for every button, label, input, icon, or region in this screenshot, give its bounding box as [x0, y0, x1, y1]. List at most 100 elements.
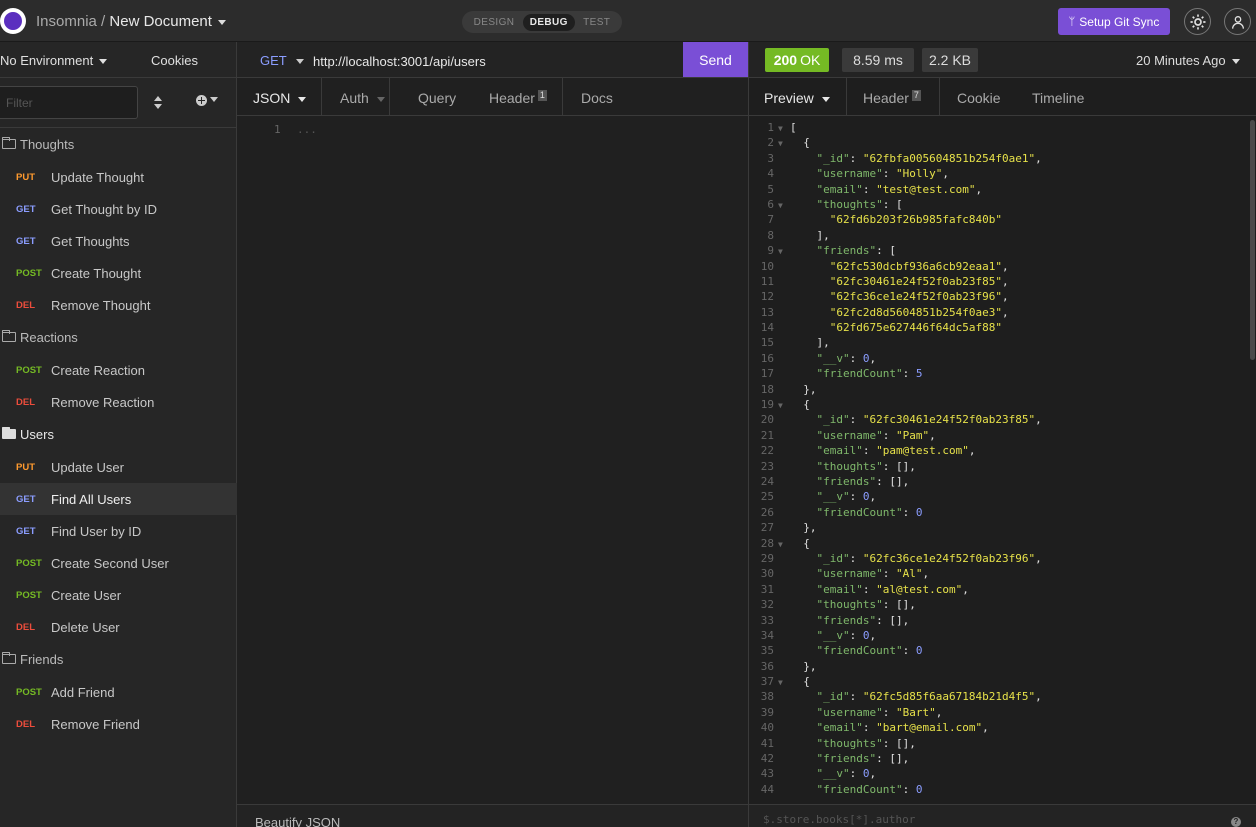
line-number: 41 — [760, 736, 774, 750]
account-button[interactable] — [1224, 8, 1251, 35]
git-branch-icon: ᛘ — [1068, 15, 1076, 28]
send-button[interactable]: Send — [683, 42, 748, 77]
code-token: 5 — [915, 367, 923, 381]
help-icon[interactable]: ? — [1231, 817, 1241, 827]
fold-arrow-icon[interactable]: ▼ — [778, 675, 790, 690]
line-number: 10 — [760, 259, 774, 273]
folder-icon — [2, 137, 16, 149]
folder-reactions[interactable]: Reactions — [0, 322, 237, 352]
tab-docs[interactable]: Docs — [581, 90, 613, 106]
sidebar-request-remove-reaction[interactable]: DEL Remove Reaction — [0, 386, 237, 418]
chevron-down-icon — [1231, 59, 1240, 65]
code-token: "bart@email.com" — [876, 721, 983, 735]
folder-thoughts[interactable]: Thoughts — [0, 129, 237, 159]
tab-preview[interactable]: Preview — [764, 90, 830, 106]
folder-users[interactable]: Users — [0, 419, 237, 449]
folder-label: Thoughts — [20, 136, 75, 152]
beautify-json-button[interactable]: Beautify JSON — [255, 815, 340, 827]
mode-design[interactable]: DESIGN — [467, 14, 522, 31]
response-history-dropdown[interactable]: 20 Minutes Ago — [1136, 53, 1240, 68]
tab-timeline[interactable]: Timeline — [1032, 90, 1084, 106]
tab-response-header[interactable]: Header 7 — [863, 90, 921, 106]
chevron-down-icon — [295, 59, 304, 65]
sidebar-request-remove-thought[interactable]: DEL Remove Thought — [0, 289, 237, 321]
code-token: , — [1035, 551, 1042, 565]
fold-arrow-icon[interactable]: ▼ — [778, 121, 790, 136]
sidebar-request-create-user[interactable]: POST Create User — [0, 579, 237, 611]
code-line: 28 ▼ { — [749, 536, 1249, 551]
tab-cookie[interactable]: Cookie — [957, 90, 1001, 106]
tab-query[interactable]: Query — [418, 90, 456, 106]
url-input[interactable] — [313, 52, 673, 70]
code-token: : — [902, 782, 916, 796]
chevron-down-icon[interactable] — [217, 19, 226, 25]
mode-debug[interactable]: DEBUG — [522, 13, 575, 31]
mode-test[interactable]: TEST — [576, 14, 617, 31]
sidebar-request-remove-friend[interactable]: DEL Remove Friend — [0, 708, 237, 740]
method-badge: GET — [16, 235, 36, 247]
chevron-down-icon — [99, 59, 108, 65]
body-editor[interactable]: ... — [297, 123, 317, 136]
filter-input[interactable] — [0, 86, 138, 119]
sidebar-request-get-thought-by-id[interactable]: GET Get Thought by ID — [0, 193, 237, 225]
code-token: "62fd6b203f26b985fafc840b" — [829, 213, 1002, 227]
request-label: Remove Friend — [51, 716, 140, 732]
code-token: : — [862, 182, 877, 196]
jsonpath-filter-input[interactable] — [763, 810, 1203, 827]
sidebar-request-find-all-users[interactable]: GET Find All Users — [0, 483, 237, 515]
breadcrumb[interactable]: Insomnia / New Document — [36, 13, 226, 30]
sidebar-request-add-friend[interactable]: POST Add Friend — [0, 676, 237, 708]
line-number: 36 — [760, 659, 774, 673]
sort-icon[interactable] — [153, 96, 163, 112]
sidebar-request-update-thought[interactable]: PUT Update Thought — [0, 161, 237, 193]
code-token: "_id" — [816, 551, 850, 565]
fold-arrow-icon[interactable]: ▼ — [778, 537, 790, 552]
setup-git-sync-button[interactable]: ᛘ Setup Git Sync — [1058, 8, 1170, 35]
sidebar-request-create-second-user[interactable]: POST Create Second User — [0, 547, 237, 579]
response-scrollbar[interactable] — [1250, 120, 1255, 360]
code-line: 35 "friendCount": 0 — [749, 643, 1249, 658]
code-line: 8 ], — [749, 228, 1249, 243]
method-selector[interactable]: GET — [260, 53, 304, 68]
code-token: : — [849, 690, 863, 704]
fold-arrow-icon[interactable]: ▼ — [778, 198, 790, 213]
sidebar-request-find-user-by-id[interactable]: GET Find User by ID — [0, 515, 237, 547]
code-token: [ — [790, 121, 797, 134]
document-name[interactable]: New Document — [109, 13, 212, 30]
sidebar-request-get-thoughts[interactable]: GET Get Thoughts — [0, 225, 237, 257]
sidebar-request-create-reaction[interactable]: POST Create Reaction — [0, 354, 237, 386]
fold-arrow-icon[interactable]: ▼ — [778, 136, 790, 151]
add-request-button[interactable] — [196, 94, 220, 110]
method-badge: DEL — [16, 396, 35, 408]
code-token: "email" — [816, 582, 863, 596]
code-token: "__v" — [816, 767, 850, 781]
request-label: Get Thoughts — [51, 233, 130, 249]
status-badge: 200 OK — [765, 48, 829, 72]
environment-selector[interactable]: No Environment — [0, 53, 108, 68]
fold-arrow-icon[interactable]: ▼ — [778, 398, 790, 413]
line-number: 26 — [760, 505, 774, 519]
code-token: "friends" — [816, 752, 877, 766]
sidebar-request-update-user[interactable]: PUT Update User — [0, 451, 237, 483]
response-header-count-badge: 7 — [911, 90, 921, 101]
response-body-viewer[interactable]: 1 ▼[2 ▼ {3 "_id": "62fbfa005604851b254f0ae… — [749, 120, 1249, 804]
code-token: : — [849, 628, 863, 642]
folder-friends[interactable]: Friends — [0, 644, 237, 674]
tab-body[interactable]: JSON — [253, 90, 307, 106]
sidebar-request-delete-user[interactable]: DEL Delete User — [0, 611, 237, 643]
request-label: Create Second User — [51, 555, 169, 571]
sidebar-request-create-thought[interactable]: POST Create Thought — [0, 257, 237, 289]
cookies-button[interactable]: Cookies — [151, 53, 198, 68]
code-token: "pam@test.com" — [876, 444, 969, 458]
insomnia-logo-icon[interactable] — [0, 8, 26, 34]
tab-header[interactable]: Header 1 — [489, 90, 547, 106]
code-token: : [], — [876, 752, 910, 766]
code-token: "friendCount" — [816, 644, 903, 658]
settings-button[interactable] — [1184, 8, 1211, 35]
fold-arrow-icon[interactable]: ▼ — [778, 244, 790, 259]
tab-auth[interactable]: Auth — [340, 90, 385, 106]
